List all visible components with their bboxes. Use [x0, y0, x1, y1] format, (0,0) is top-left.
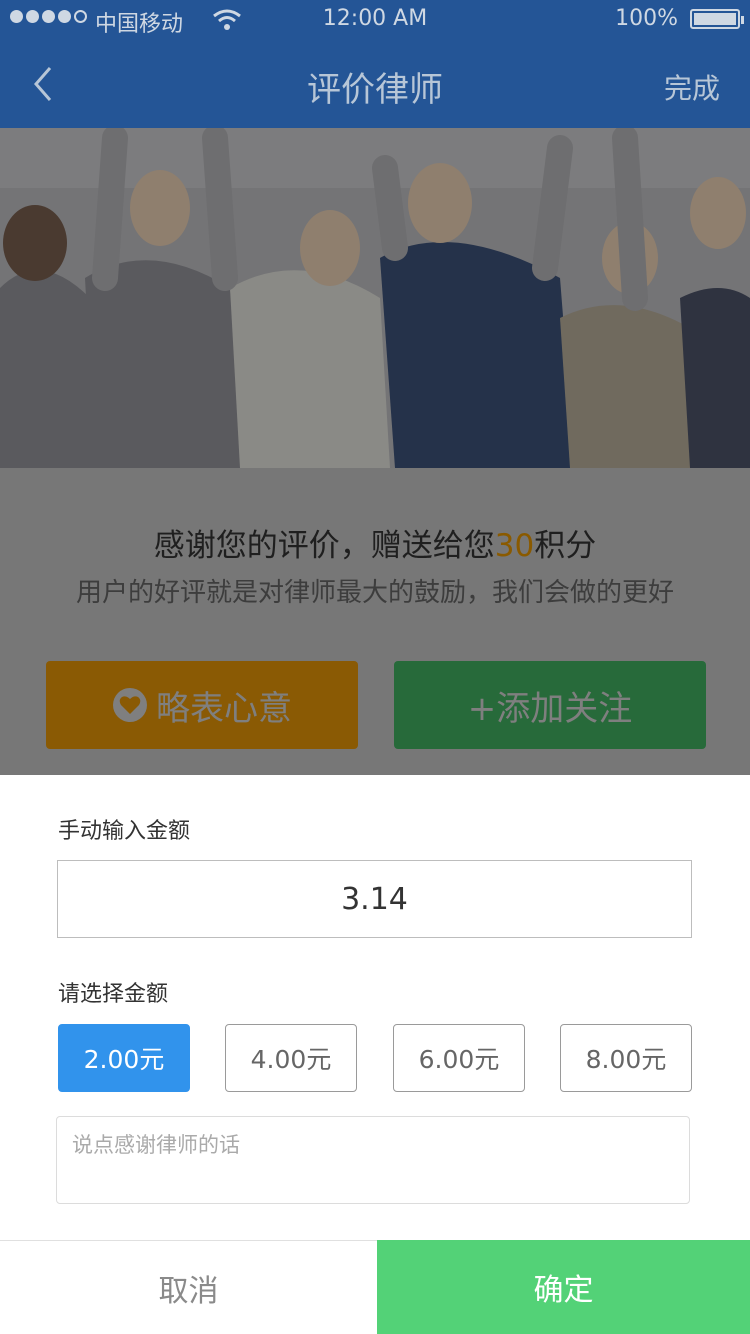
manual-amount-input[interactable] — [57, 860, 692, 938]
manual-amount-label: 手动输入金额 — [58, 819, 191, 844]
status-bar: 中国移动 12:00 AM 100% — [0, 0, 750, 40]
tip-lawyer-button[interactable]: 略表心意 — [46, 661, 358, 749]
message-placeholder: 说点感谢律师的话 — [72, 1133, 240, 1157]
page-title: 评价律师 — [307, 70, 443, 110]
confirm-button[interactable]: 确定 — [377, 1240, 750, 1334]
cancel-button[interactable]: 取消 — [0, 1240, 377, 1334]
tip-lawyer-label: 略表心意 — [156, 688, 292, 729]
points-amount: 30 — [494, 528, 535, 564]
battery-icon — [690, 9, 744, 29]
heart-icon — [113, 688, 147, 722]
encouragement-text: 用户的好评就是对律师最大的鼓励，我们会做的更好 — [75, 578, 674, 608]
amount-option-4[interactable]: 4.00元 — [225, 1024, 357, 1092]
follow-lawyer-button[interactable]: +添加关注 — [394, 661, 706, 749]
thanks-message: 感谢您的评价，赠送给您30积分 — [0, 520, 750, 565]
amount-option-2[interactable]: 2.00元 — [58, 1024, 190, 1092]
thanks-message-input[interactable]: 说点感谢律师的话 — [56, 1116, 690, 1204]
amount-option-8[interactable]: 8.00元 — [560, 1024, 692, 1092]
amount-option-6[interactable]: 6.00元 — [393, 1024, 525, 1092]
done-button[interactable]: 完成 — [664, 67, 720, 107]
thanks-prefix: 感谢您的评价，赠送给您 — [153, 528, 495, 564]
thanks-suffix: 积分 — [534, 528, 597, 564]
navigation-bar: 评价律师 完成 — [0, 40, 750, 128]
celebrating-team-photo — [0, 128, 750, 468]
hero-image — [0, 128, 750, 468]
battery-percentage: 100% — [615, 6, 678, 31]
choose-amount-label: 请选择金额 — [58, 982, 169, 1007]
